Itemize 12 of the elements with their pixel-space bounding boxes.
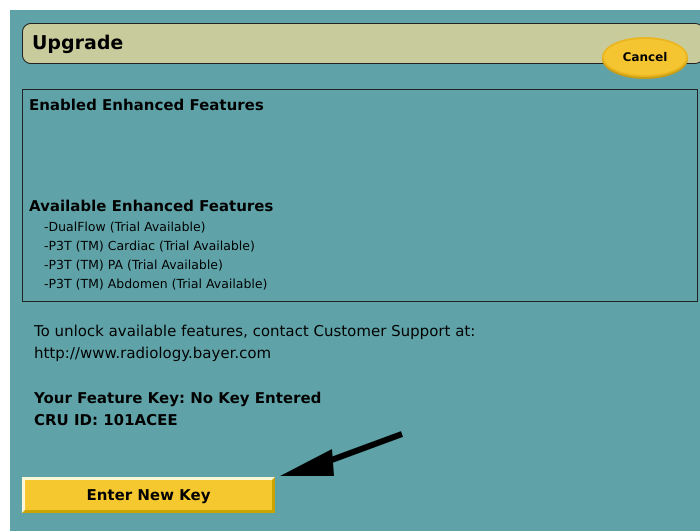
enter-key-button[interactable]: Enter New Key <box>22 477 275 513</box>
key-info: Your Feature Key: No Key Entered <box>34 388 322 409</box>
feature-item: -P3T (TM) PA (Trial Available) <box>44 256 224 274</box>
feature-item: -P3T (TM) Abdomen (Trial Available) <box>44 275 268 293</box>
window-title: Upgrade <box>32 32 124 54</box>
key-info: CRU ID: 101ACEE <box>34 410 179 431</box>
feature-item: -DualFlow (Trial Available) <box>44 218 207 236</box>
section-heading: Enabled Enhanced Features <box>29 96 264 114</box>
contact-text: http://www.radiology.bayer.com <box>34 343 272 364</box>
feature-item: -P3T (TM) Cardiac (Trial Available) <box>44 237 256 255</box>
section-heading: Available Enhanced Features <box>29 197 274 215</box>
contact-text: To unlock available features, contact Customer Support at: <box>34 321 476 342</box>
